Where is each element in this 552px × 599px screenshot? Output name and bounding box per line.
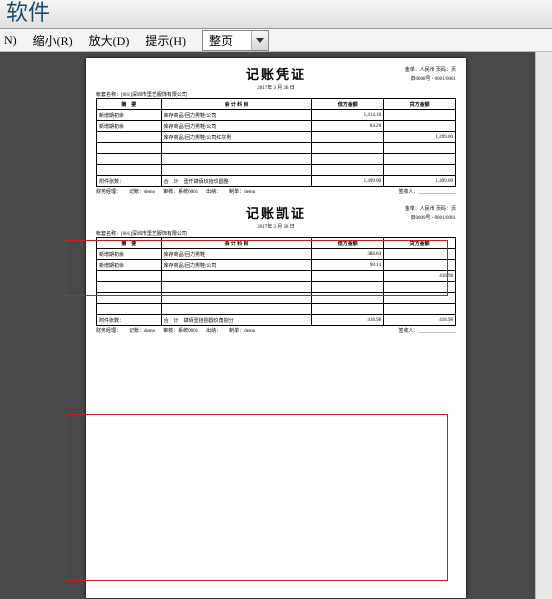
voucher-table: 摘 要 会 计 科 目 借方金额 贷方金额 新增期初余库存商品/回力男鞋/公司1…	[96, 98, 456, 187]
menu-enlarge[interactable]: 放大(D)	[89, 32, 130, 49]
menubar: N) 缩小(R) 放大(D) 提示(H) 整页	[0, 29, 552, 52]
window-titlebar: 软件	[0, 0, 552, 29]
menu-hint[interactable]: 提示(H)	[145, 32, 186, 49]
voucher-right2: 旧0009号 - 0001/0001	[405, 214, 456, 223]
table-row: 新增期初余库存商品/回力男鞋/公司84.26	[97, 121, 456, 132]
voucher-2: 记账凯证 2017年 3 月 28 日 金单：人民币 页码：页 旧0009号 -…	[96, 203, 456, 334]
table-row: 新增期初余库存商品/回力男鞋388.84	[97, 249, 456, 260]
zoom-mode-combo[interactable]: 整页	[202, 30, 269, 51]
voucher-right2: 旧0008号 - 0001/0001	[405, 75, 456, 84]
col-account: 会 计 科 目	[161, 99, 312, 110]
voucher-date: 2017年 3 月 28 日	[96, 84, 456, 91]
table-row	[97, 165, 456, 176]
table-row	[97, 154, 456, 165]
col-debit: 借方金额	[312, 238, 384, 249]
vertical-scrollbar[interactable]	[535, 52, 552, 599]
print-page: 记账凭证 2017年 3 月 28 日 金单：人民币 页码：页 旧0008号 -…	[86, 58, 466, 598]
voucher-title: 记账凯证	[96, 203, 456, 222]
voucher-footer: 财务经理： 记账：demo 审核：系统0001 出纳： 制单：demo 签收人：…	[96, 327, 456, 334]
chevron-down-icon	[251, 31, 268, 50]
app-title: 软件	[6, 0, 50, 25]
voucher-title: 记账凭证	[96, 64, 456, 83]
table-row	[97, 304, 456, 315]
zoom-mode-value: 整页	[203, 32, 251, 49]
col-summary: 摘 要	[97, 238, 162, 249]
voucher-company: 帐套名称：[001]深圳市里艺服饰有限公司	[96, 230, 456, 237]
voucher-footer: 财务经理： 记账：demo 审核：系统0001 出纳： 制单：demo 签收人：…	[96, 188, 456, 195]
voucher-right1: 金单：人民币 页码：页	[405, 66, 456, 75]
col-credit: 贷方金额	[384, 238, 456, 249]
col-summary: 摘 要	[97, 99, 162, 110]
col-debit: 借方金额	[312, 99, 384, 110]
menu-shrink[interactable]: 缩小(R)	[33, 32, 73, 49]
table-row	[97, 282, 456, 293]
col-credit: 贷方金额	[384, 99, 456, 110]
table-row: 新增期初余库存商品/回力男鞋/公司1,414.18	[97, 110, 456, 121]
table-total: 附件张数：合 计 壹仟肆佰玖拾玖圆整1,499.001,499.00	[97, 176, 456, 187]
table-total: 附件张数：合 计 肆佰壹拾捌圆玖角捌分418.98418.98	[97, 315, 456, 326]
menu-cut-n[interactable]: N)	[4, 33, 17, 48]
table-row: 库存商品/回力男鞋/公司红灰男1,499.00	[97, 132, 456, 143]
voucher-1: 记账凭证 2017年 3 月 28 日 金单：人民币 页码：页 旧0008号 -…	[96, 64, 456, 195]
table-row: 新增期初余库存商品/回力男鞋/公司90.14	[97, 260, 456, 271]
voucher-table: 摘 要 会 计 科 目 借方金额 贷方金额 新增期初余库存商品/回力男鞋388.…	[96, 237, 456, 326]
col-account: 会 计 科 目	[161, 238, 312, 249]
preview-viewport: 记账凭证 2017年 3 月 28 日 金单：人民币 页码：页 旧0008号 -…	[0, 52, 552, 599]
table-row: 418.98	[97, 271, 456, 282]
voucher-company: 帐套名称：[001]深圳市里艺服饰有限公司	[96, 91, 456, 98]
voucher-right1: 金单：人民币 页码：页	[405, 205, 456, 214]
table-row	[97, 293, 456, 304]
table-row	[97, 143, 456, 154]
voucher-date: 2017年 3 月 28 日	[96, 223, 456, 230]
